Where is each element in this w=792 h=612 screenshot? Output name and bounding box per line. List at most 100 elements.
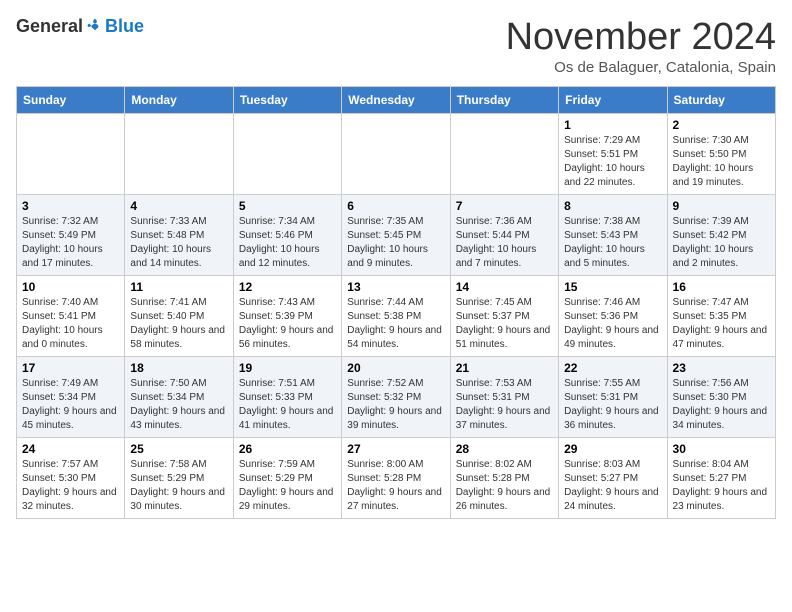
day-number: 21 xyxy=(456,361,553,375)
calendar-week-row: 1Sunrise: 7:29 AMSunset: 5:51 PMDaylight… xyxy=(17,114,776,195)
calendar-cell: 3 Sunrise: 7:32 AMSunset: 5:49 PMDaylight… xyxy=(17,195,125,276)
calendar-cell xyxy=(450,114,558,195)
day-info: Sunrise: 7:50 AMSunset: 5:34 PMDaylight:… xyxy=(130,377,227,433)
calendar-cell: 4 Sunrise: 7:33 AMSunset: 5:48 PMDaylight… xyxy=(125,195,233,276)
title-section: November 2024 Os de Balaguer, Catalonia,… xyxy=(506,16,776,76)
calendar-cell: 1Sunrise: 7:29 AMSunset: 5:51 PMDaylight… xyxy=(559,114,667,195)
logo-bird-icon xyxy=(85,17,105,37)
day-info: Sunrise: 7:30 AMSunset: 5:50 PMDaylight:… xyxy=(673,134,770,190)
day-number: 17 xyxy=(22,361,119,375)
calendar-cell: 12 Sunrise: 7:43 AMSunset: 5:39 PMDayligh… xyxy=(233,276,341,357)
calendar-cell: 16 Sunrise: 7:47 AMSunset: 5:35 PMDayligh… xyxy=(667,276,775,357)
calendar-cell: 27 Sunrise: 8:00 AMSunset: 5:28 PMDayligh… xyxy=(342,438,450,519)
calendar-cell: 9 Sunrise: 7:39 AMSunset: 5:42 PMDaylight… xyxy=(667,195,775,276)
weekday-header-monday: Monday xyxy=(125,87,233,114)
day-number: 19 xyxy=(239,361,336,375)
calendar-cell: 6Sunrise: 7:35 AMSunset: 5:45 PMDaylight… xyxy=(342,195,450,276)
day-number: 2 xyxy=(673,118,770,132)
day-info: Sunrise: 7:45 AMSunset: 5:37 PMDaylight:… xyxy=(456,296,553,352)
weekday-header-sunday: Sunday xyxy=(17,87,125,114)
day-number: 29 xyxy=(564,442,661,456)
day-info: Sunrise: 8:02 AMSunset: 5:28 PMDaylight:… xyxy=(456,458,553,514)
calendar-cell: 26Sunrise: 7:59 AMSunset: 5:29 PMDayligh… xyxy=(233,438,341,519)
calendar-week-row: 3 Sunrise: 7:32 AMSunset: 5:49 PMDaylight… xyxy=(17,195,776,276)
day-number: 7 xyxy=(456,199,553,213)
calendar-cell: 29 Sunrise: 8:03 AMSunset: 5:27 PMDayligh… xyxy=(559,438,667,519)
weekday-header-thursday: Thursday xyxy=(450,87,558,114)
day-number: 12 xyxy=(239,280,336,294)
month-title: November 2024 xyxy=(506,16,776,59)
day-info: Sunrise: 7:46 AMSunset: 5:36 PMDaylight:… xyxy=(564,296,661,352)
weekday-header-wednesday: Wednesday xyxy=(342,87,450,114)
calendar-cell: 14 Sunrise: 7:45 AMSunset: 5:37 PMDayligh… xyxy=(450,276,558,357)
calendar-cell: 8 Sunrise: 7:38 AMSunset: 5:43 PMDaylight… xyxy=(559,195,667,276)
day-info: Sunrise: 7:43 AMSunset: 5:39 PMDaylight:… xyxy=(239,296,336,352)
weekday-header-tuesday: Tuesday xyxy=(233,87,341,114)
day-info: Sunrise: 7:58 AMSunset: 5:29 PMDaylight:… xyxy=(130,458,227,514)
day-info: Sunrise: 7:56 AMSunset: 5:30 PMDaylight:… xyxy=(673,377,770,433)
calendar-cell xyxy=(233,114,341,195)
day-number: 16 xyxy=(673,280,770,294)
day-info: Sunrise: 7:41 AMSunset: 5:40 PMDaylight:… xyxy=(130,296,227,352)
day-number: 24 xyxy=(22,442,119,456)
day-info: Sunrise: 7:38 AMSunset: 5:43 PMDaylight:… xyxy=(564,215,661,271)
calendar-cell: 22 Sunrise: 7:55 AMSunset: 5:31 PMDayligh… xyxy=(559,357,667,438)
day-number: 30 xyxy=(673,442,770,456)
day-number: 3 xyxy=(22,199,119,213)
calendar-cell: 25 Sunrise: 7:58 AMSunset: 5:29 PMDayligh… xyxy=(125,438,233,519)
day-info: Sunrise: 7:33 AMSunset: 5:48 PMDaylight:… xyxy=(130,215,227,271)
day-info: Sunrise: 7:53 AMSunset: 5:31 PMDaylight:… xyxy=(456,377,553,433)
calendar-cell: 23Sunrise: 7:56 AMSunset: 5:30 PMDayligh… xyxy=(667,357,775,438)
calendar-cell xyxy=(125,114,233,195)
logo: General Blue xyxy=(16,16,144,37)
day-info: Sunrise: 7:44 AMSunset: 5:38 PMDaylight:… xyxy=(347,296,444,352)
location-text: Os de Balaguer, Catalonia, Spain xyxy=(506,59,776,76)
calendar-cell: 17 Sunrise: 7:49 AMSunset: 5:34 PMDayligh… xyxy=(17,357,125,438)
day-number: 8 xyxy=(564,199,661,213)
day-number: 6 xyxy=(347,199,444,213)
day-number: 13 xyxy=(347,280,444,294)
logo-general-text: General xyxy=(16,16,83,37)
day-number: 11 xyxy=(130,280,227,294)
day-number: 28 xyxy=(456,442,553,456)
calendar-cell: 13 Sunrise: 7:44 AMSunset: 5:38 PMDayligh… xyxy=(342,276,450,357)
calendar-cell: 2 Sunrise: 7:30 AMSunset: 5:50 PMDaylight… xyxy=(667,114,775,195)
day-info: Sunrise: 7:55 AMSunset: 5:31 PMDaylight:… xyxy=(564,377,661,433)
weekday-header-friday: Friday xyxy=(559,87,667,114)
day-number: 9 xyxy=(673,199,770,213)
day-info: Sunrise: 7:34 AMSunset: 5:46 PMDaylight:… xyxy=(239,215,336,271)
day-info: Sunrise: 7:47 AMSunset: 5:35 PMDaylight:… xyxy=(673,296,770,352)
calendar-week-row: 24 Sunrise: 7:57 AMSunset: 5:30 PMDayligh… xyxy=(17,438,776,519)
day-info: Sunrise: 8:03 AMSunset: 5:27 PMDaylight:… xyxy=(564,458,661,514)
calendar-cell: 11 Sunrise: 7:41 AMSunset: 5:40 PMDayligh… xyxy=(125,276,233,357)
day-info: Sunrise: 8:00 AMSunset: 5:28 PMDaylight:… xyxy=(347,458,444,514)
day-number: 22 xyxy=(564,361,661,375)
day-number: 4 xyxy=(130,199,227,213)
calendar-cell: 15 Sunrise: 7:46 AMSunset: 5:36 PMDayligh… xyxy=(559,276,667,357)
calendar-cell xyxy=(17,114,125,195)
page-header: General Blue November 2024 Os de Balague… xyxy=(16,16,776,76)
day-info: Sunrise: 8:04 AMSunset: 5:27 PMDaylight:… xyxy=(673,458,770,514)
day-number: 14 xyxy=(456,280,553,294)
day-info: Sunrise: 7:39 AMSunset: 5:42 PMDaylight:… xyxy=(673,215,770,271)
calendar-week-row: 10Sunrise: 7:40 AMSunset: 5:41 PMDayligh… xyxy=(17,276,776,357)
day-info: Sunrise: 7:49 AMSunset: 5:34 PMDaylight:… xyxy=(22,377,119,433)
calendar-cell: 21 Sunrise: 7:53 AMSunset: 5:31 PMDayligh… xyxy=(450,357,558,438)
day-number: 5 xyxy=(239,199,336,213)
day-info: Sunrise: 7:32 AMSunset: 5:49 PMDaylight:… xyxy=(22,215,119,271)
day-number: 25 xyxy=(130,442,227,456)
day-info: Sunrise: 7:36 AMSunset: 5:44 PMDaylight:… xyxy=(456,215,553,271)
day-number: 20 xyxy=(347,361,444,375)
calendar-cell: 10Sunrise: 7:40 AMSunset: 5:41 PMDayligh… xyxy=(17,276,125,357)
day-info: Sunrise: 7:57 AMSunset: 5:30 PMDaylight:… xyxy=(22,458,119,514)
calendar-cell: 20Sunrise: 7:52 AMSunset: 5:32 PMDayligh… xyxy=(342,357,450,438)
weekday-header-row: SundayMondayTuesdayWednesdayThursdayFrid… xyxy=(17,87,776,114)
day-number: 15 xyxy=(564,280,661,294)
calendar-cell: 7 Sunrise: 7:36 AMSunset: 5:44 PMDaylight… xyxy=(450,195,558,276)
day-info: Sunrise: 7:29 AMSunset: 5:51 PMDaylight:… xyxy=(564,134,661,190)
calendar-cell xyxy=(342,114,450,195)
calendar-cell: 19 Sunrise: 7:51 AMSunset: 5:33 PMDayligh… xyxy=(233,357,341,438)
day-info: Sunrise: 7:51 AMSunset: 5:33 PMDaylight:… xyxy=(239,377,336,433)
day-number: 27 xyxy=(347,442,444,456)
calendar-week-row: 17 Sunrise: 7:49 AMSunset: 5:34 PMDayligh… xyxy=(17,357,776,438)
